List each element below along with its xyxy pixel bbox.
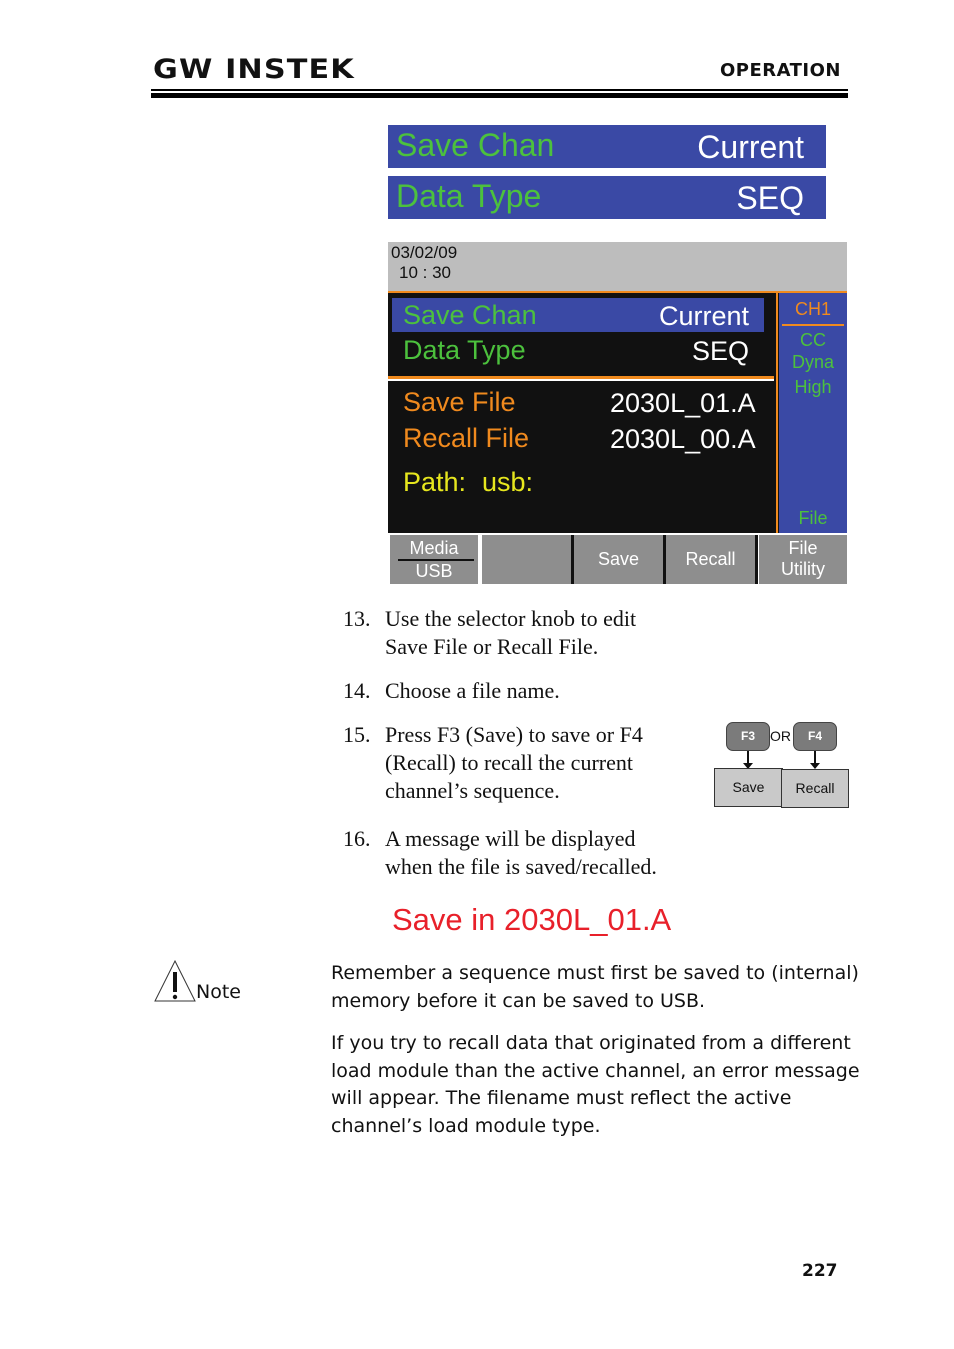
softkey-f1-bottom: USB xyxy=(415,561,453,581)
channel-status-panel: CH1 CC Dyna High File xyxy=(774,293,847,533)
header-rule-thin xyxy=(151,89,848,91)
page-number: 227 xyxy=(802,1261,838,1281)
note-line: load module than the active channel, an … xyxy=(331,1059,860,1082)
recall-action-box: Recall xyxy=(781,769,849,808)
softkey-f3-label: Save xyxy=(597,549,640,569)
warning-triangle-icon xyxy=(154,959,196,1002)
file-options-section: Save Chan Current Data Type SEQ xyxy=(388,293,774,379)
step-number: 14. xyxy=(343,678,371,703)
save-file-value[interactable]: 2030L_01.A xyxy=(610,388,756,419)
softkey-f5-file-utility[interactable]: File Utility xyxy=(759,535,847,584)
setting-save-chan: Save Chan Current xyxy=(388,125,826,168)
channel-underline xyxy=(782,324,844,326)
step-text-line: (Recall) to recall the current xyxy=(385,750,633,775)
setting-value: Current xyxy=(697,129,804,165)
softkey-f5-line2: Utility xyxy=(781,559,825,579)
header-rule-thick xyxy=(151,93,848,98)
gw-instek-logo: GW INSTEK xyxy=(153,54,355,85)
softkey-bar: Media USB Save Recall File Utility xyxy=(388,533,847,584)
setting-label: Save Chan xyxy=(396,127,555,163)
softkey-f3-save[interactable]: Save xyxy=(574,535,663,584)
status-bar: 03/02/09 10 : 30 xyxy=(388,242,847,293)
save-chan-label: Save Chan xyxy=(403,300,537,330)
panel-divider xyxy=(388,379,774,381)
path-label: Path: xyxy=(403,467,467,497)
step-text-line: when the file is saved/recalled. xyxy=(385,854,657,879)
f4-key-icon: F4 xyxy=(793,722,837,751)
step-text-line: channel’s sequence. xyxy=(385,778,560,803)
step-number: 15. xyxy=(343,722,371,747)
note-line: Remember a sequence must first be saved … xyxy=(331,962,859,984)
setting-value: SEQ xyxy=(736,180,804,216)
section-title: OPERATION xyxy=(719,60,841,81)
note-line: If you try to recall data that originate… xyxy=(331,1032,851,1054)
note-line: memory before it can be saved to USB. xyxy=(331,989,706,1012)
mode-label: CC xyxy=(800,330,826,350)
save-action-box: Save xyxy=(714,768,783,807)
sub-mode-label: Dyna xyxy=(791,352,835,372)
recall-file-value[interactable]: 2030L_00.A xyxy=(610,424,756,455)
softkey-f5-line1: File xyxy=(788,538,818,558)
note-line: will appear. The filename must reflect t… xyxy=(331,1087,792,1109)
time-readout: 10 : 30 xyxy=(399,263,451,282)
step-text-line: Save File or Recall File. xyxy=(385,634,599,659)
note-paragraph-1: Remember a sequence must first be saved … xyxy=(331,960,859,1015)
step-text-line: A message will be displayed xyxy=(385,826,636,851)
step-number: 16. xyxy=(343,826,371,851)
recall-file-label: Recall File xyxy=(403,423,530,453)
setting-data-type: Data Type SEQ xyxy=(388,176,826,219)
save-confirmation-message: Save in 2030L_01.A xyxy=(392,902,672,937)
channel-label: CH1 xyxy=(794,299,831,319)
panel-edge xyxy=(776,293,778,533)
data-type-label: Data Type xyxy=(403,335,526,365)
data-type-value[interactable]: SEQ xyxy=(692,336,749,367)
date-readout: 03/02/09 xyxy=(391,243,458,262)
step-text-line: Choose a file name. xyxy=(385,678,560,703)
or-label: OR xyxy=(770,728,791,744)
softkey-separator xyxy=(755,535,758,584)
menu-label: File xyxy=(798,508,828,528)
softkey-f1-media[interactable]: Media USB xyxy=(390,535,478,584)
f3-key-icon: F3 xyxy=(726,722,770,751)
softkey-f1-top: Media xyxy=(409,538,459,558)
note-line: channel’s load module type. xyxy=(331,1114,601,1137)
channel-info: CH1 CC Dyna High File xyxy=(779,293,847,533)
file-settings-panel: Save Chan Current Data Type SEQ Save Fil… xyxy=(388,293,774,533)
softkey-f4-recall[interactable]: Recall xyxy=(666,535,755,584)
setting-label: Data Type xyxy=(396,178,542,214)
step-number: 13. xyxy=(343,606,371,631)
softkey-f2[interactable] xyxy=(482,535,571,584)
step-text-line: Use the selector knob to edit xyxy=(385,606,637,631)
save-file-label: Save File xyxy=(403,387,516,417)
range-label: High xyxy=(794,377,832,397)
softkey-f4-label: Recall xyxy=(685,549,736,569)
path-value: usb: xyxy=(482,467,534,497)
note-label: Note xyxy=(196,981,241,1003)
save-chan-value[interactable]: Current xyxy=(659,301,749,332)
note-paragraph-2: If you try to recall data that originate… xyxy=(331,1030,860,1140)
instrument-screen: 03/02/09 10 : 30 Save Chan Current Data … xyxy=(388,242,847,584)
step-text-line: Press F3 (Save) to save or F4 xyxy=(385,722,643,747)
